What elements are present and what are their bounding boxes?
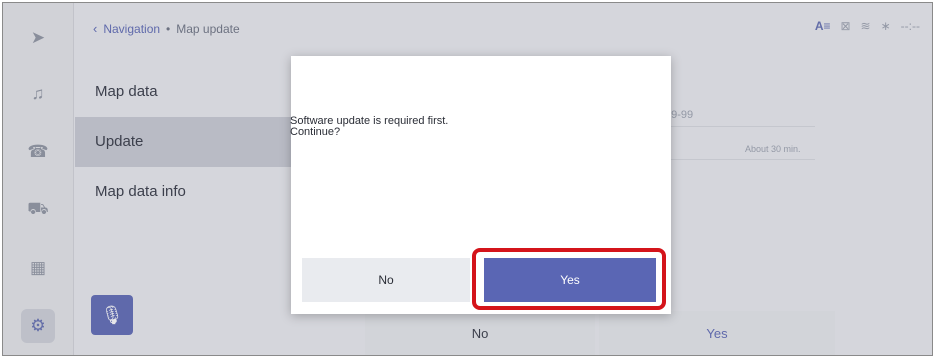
highlight-box	[472, 248, 666, 310]
dialog-line-2: Continue?	[290, 126, 341, 138]
screen-frame: ➤ ♫ ☎ ⛟ ▦ ⚙ ‹ Navigation • Map update A≡…	[2, 2, 933, 356]
dialog-no-button[interactable]: No	[302, 258, 470, 302]
dialog-message-text: Software update is required first. Conti…	[290, 116, 448, 138]
